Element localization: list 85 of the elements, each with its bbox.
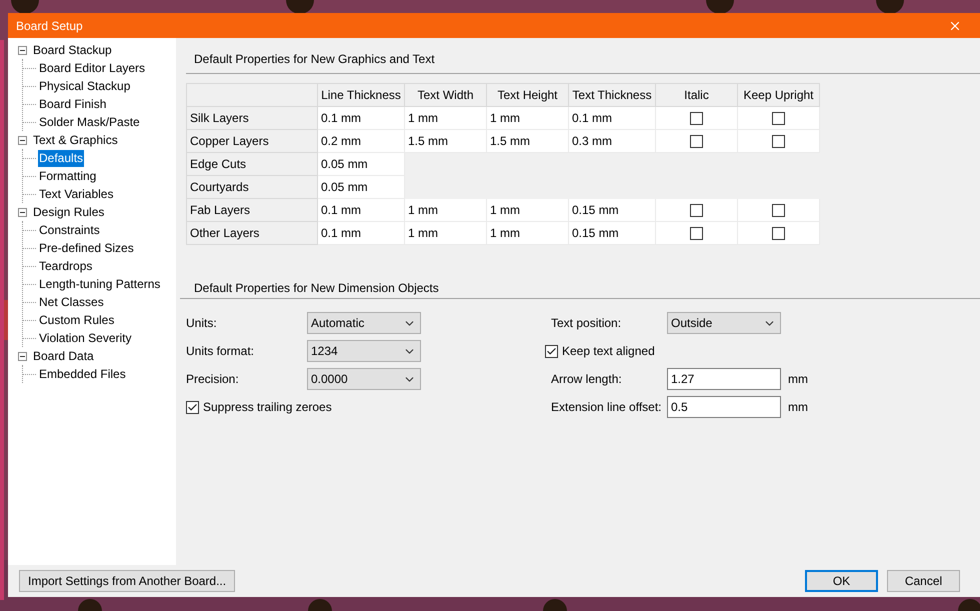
tree-item[interactable]: Board Editor Layers — [38, 60, 146, 76]
collapse-icon[interactable] — [18, 352, 27, 360]
tree-item[interactable]: Board Finish — [38, 96, 108, 112]
ok-button[interactable]: OK — [805, 570, 878, 592]
table-cell: 1 mm — [487, 222, 569, 245]
field-label: Units: — [186, 315, 218, 332]
table-cell: 1 mm — [405, 222, 487, 245]
row-header: Courtyards — [187, 176, 318, 199]
italic-checkbox[interactable] — [690, 226, 703, 240]
tree-item[interactable]: Defaults — [38, 150, 84, 166]
italic-checkbox[interactable] — [690, 204, 703, 216]
keep-upright-checkbox[interactable] — [772, 112, 785, 124]
checkbox[interactable] — [186, 400, 199, 414]
tree-item[interactable]: Text Variables — [38, 186, 114, 202]
tree-item[interactable]: Embedded Files — [38, 366, 127, 382]
window-title: Board Setup — [16, 18, 83, 34]
table-cell: 1.5 mm — [487, 130, 569, 153]
table-cell: 0.15 mm — [569, 199, 656, 222]
tree-item[interactable]: Length-tuning Patterns — [38, 276, 162, 292]
import-settings-button[interactable]: Import Settings from Another Board... — [19, 570, 236, 592]
keep-upright-checkbox[interactable] — [772, 134, 785, 148]
dropdown[interactable]: 0.0000 — [307, 368, 421, 390]
table-cell: 1 mm — [487, 107, 569, 130]
table-cell: 0.05 mm — [318, 153, 405, 176]
italic-checkbox[interactable] — [690, 134, 703, 148]
tree-item[interactable]: Teardrops — [38, 258, 94, 274]
column-header: Keep Upright — [738, 84, 820, 107]
checkbox-label: Suppress trailing zeroes — [203, 399, 332, 416]
tree-item[interactable]: Physical Stackup — [38, 78, 132, 94]
section-title: Default Properties for New Graphics and Text — [194, 52, 435, 66]
field-label: Units format: — [186, 343, 256, 360]
row-header: Silk Layers — [187, 107, 318, 130]
tree-item[interactable]: Board Stackup — [32, 42, 113, 58]
tree-item[interactable]: Custom Rules — [38, 312, 116, 328]
tree-item[interactable]: Pre-defined Sizes — [38, 240, 135, 256]
row-header: Fab Layers — [187, 199, 318, 222]
column-header: Text Thickness — [569, 84, 656, 107]
table-cell: 1 mm — [405, 199, 487, 222]
unit-label: mm — [788, 399, 808, 416]
checkbox[interactable] — [545, 344, 558, 358]
row-header: Copper Layers — [187, 130, 318, 153]
keep-upright-checkbox[interactable] — [772, 204, 785, 216]
table-cell: 0.15 mm — [569, 222, 656, 245]
table-cell: 1 mm — [405, 107, 487, 130]
field-label: Arrow length: — [550, 371, 623, 388]
section-title: Default Properties for New Dimension Objects — [194, 281, 439, 295]
field-label: Extension line offset: — [550, 399, 663, 416]
column-header: Italic — [656, 84, 738, 107]
table-cell: 0.1 mm — [318, 107, 405, 130]
collapse-icon[interactable] — [18, 136, 27, 144]
row-header: Edge Cuts — [187, 153, 318, 176]
table-cell: 0.1 mm — [318, 222, 405, 245]
collapse-icon[interactable] — [18, 46, 27, 54]
column-header: Text Width — [405, 84, 487, 107]
table-cell: 0.1 mm — [569, 107, 656, 130]
collapse-icon[interactable] — [18, 208, 27, 216]
tree-item[interactable]: Constraints — [38, 222, 101, 238]
input-field[interactable]: 1.27 — [667, 368, 781, 390]
tree-item[interactable]: Text & Graphics — [32, 132, 119, 148]
table-cell: 1 mm — [487, 199, 569, 222]
column-header: Line Thickness — [318, 84, 405, 107]
keep-upright-checkbox[interactable] — [772, 226, 785, 240]
field-label: Precision: — [186, 371, 240, 388]
tree-item[interactable]: Violation Severity — [38, 330, 132, 346]
row-header: Other Layers — [187, 222, 318, 245]
tree-item[interactable]: Design Rules — [32, 204, 106, 220]
column-header: Text Height — [487, 84, 569, 107]
italic-checkbox[interactable] — [690, 112, 703, 124]
tree-item[interactable]: Solder Mask/Paste — [38, 114, 141, 130]
input-field[interactable]: 0.5 — [667, 396, 781, 418]
checkbox-label: Keep text aligned — [562, 343, 655, 360]
table-cell: 0.3 mm — [569, 130, 656, 153]
cancel-button[interactable]: Cancel — [887, 570, 960, 592]
dropdown[interactable]: Outside — [667, 312, 781, 334]
dropdown[interactable]: Automatic — [307, 312, 421, 334]
field-label: Text position: — [550, 315, 622, 332]
table-cell: 0.1 mm — [318, 199, 405, 222]
table-cell: 0.2 mm — [318, 130, 405, 153]
unit-label: mm — [788, 371, 808, 388]
tree-item[interactable]: Net Classes — [38, 294, 105, 310]
dropdown[interactable]: 1234 — [307, 340, 421, 362]
tree-item[interactable]: Board Data — [32, 348, 95, 364]
tree-item[interactable]: Formatting — [38, 168, 98, 184]
table-cell: 0.05 mm — [318, 176, 405, 199]
table-cell: 1.5 mm — [405, 130, 487, 153]
